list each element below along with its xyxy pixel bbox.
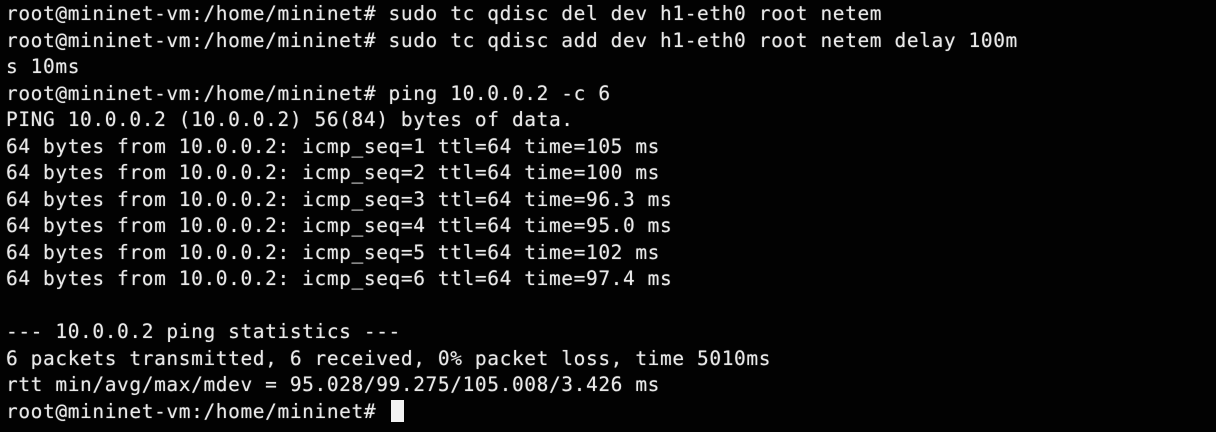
terminal-line: root@mininet-vm:/home/mininet# ping 10.0… xyxy=(6,81,611,105)
terminal-line: root@mininet-vm:/home/mininet# sudo tc q… xyxy=(6,2,883,25)
terminal-line: 64 bytes from 10.0.0.2: icmp_seq=4 ttl=6… xyxy=(6,214,673,237)
text-cursor xyxy=(390,399,404,422)
terminal-line: 64 bytes from 10.0.0.2: icmp_seq=5 ttl=6… xyxy=(6,240,661,264)
terminal-line: 64 bytes from 10.0.0.2: icmp_seq=2 ttl=6… xyxy=(6,161,661,184)
terminal-line: 64 bytes from 10.0.0.2: icmp_seq=6 ttl=6… xyxy=(6,267,673,290)
terminal-line: --- 10.0.0.2 ping statistics --- xyxy=(6,320,401,343)
terminal-window[interactable]: root@mininet-vm:/home/mininet# sudo tc q… xyxy=(0,0,1216,432)
terminal-line: 6 packets transmitted, 6 received, 0% pa… xyxy=(6,346,772,370)
command-prompt-line[interactable]: root@mininet-vm:/home/mininet# xyxy=(6,399,1216,426)
terminal-line: PING 10.0.0.2 (10.0.0.2) 56(84) bytes of… xyxy=(6,108,574,131)
shell-prompt: root@mininet-vm:/home/mininet# xyxy=(6,399,389,423)
terminal-line: rtt min/avg/max/mdev = 95.028/99.275/105… xyxy=(6,373,661,396)
terminal-line: 64 bytes from 10.0.0.2: icmp_seq=1 ttl=6… xyxy=(6,134,661,158)
terminal-line: 64 bytes from 10.0.0.2: icmp_seq=3 ttl=6… xyxy=(6,187,673,211)
terminal-line: root@mininet-vm:/home/mininet# sudo tc q… xyxy=(6,28,1018,52)
terminal-line: s 10ms xyxy=(6,55,81,78)
